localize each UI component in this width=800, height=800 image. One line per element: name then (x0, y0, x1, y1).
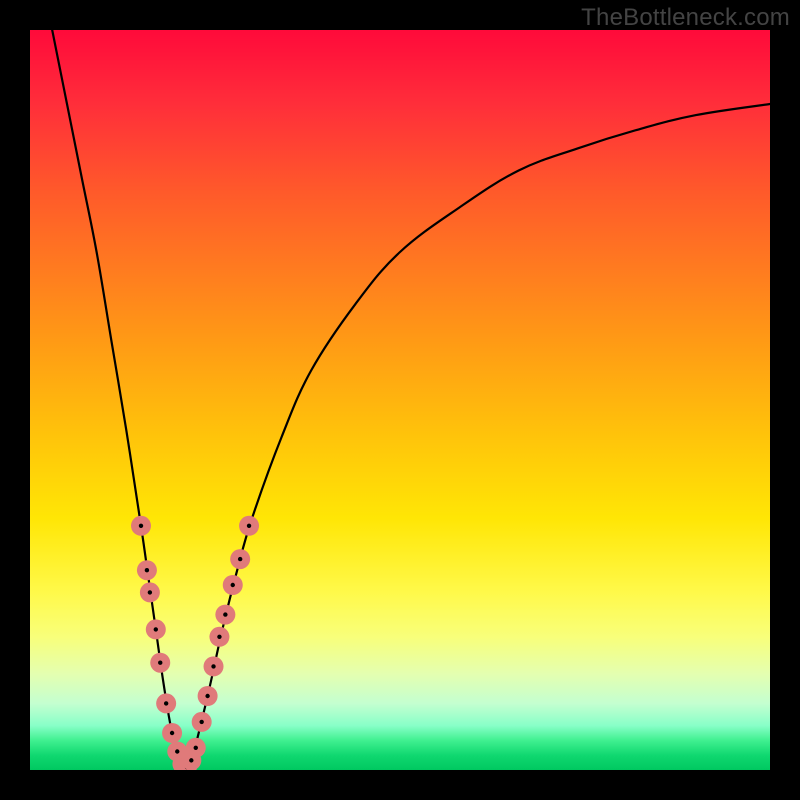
curve-marker (150, 653, 170, 673)
curve-marker (131, 516, 151, 536)
bottleneck-curve-svg (30, 30, 770, 770)
curve-marker (156, 693, 176, 713)
plot-area (30, 30, 770, 770)
curve-marker (146, 619, 166, 639)
chart-frame: TheBottleneck.com (0, 0, 800, 800)
curve-marker (162, 723, 182, 743)
curve-marker (186, 738, 206, 758)
curve-marker (204, 656, 224, 676)
curve-marker (198, 686, 218, 706)
curve-marker (239, 516, 259, 536)
curve-marker (209, 627, 229, 647)
watermark-text: TheBottleneck.com (581, 4, 790, 32)
curve-marker (137, 560, 157, 580)
curve-marker (230, 549, 250, 569)
curve-marker (223, 575, 243, 595)
curve-marker (215, 605, 235, 625)
curve-marker (140, 582, 160, 602)
curve-marker (192, 712, 212, 732)
